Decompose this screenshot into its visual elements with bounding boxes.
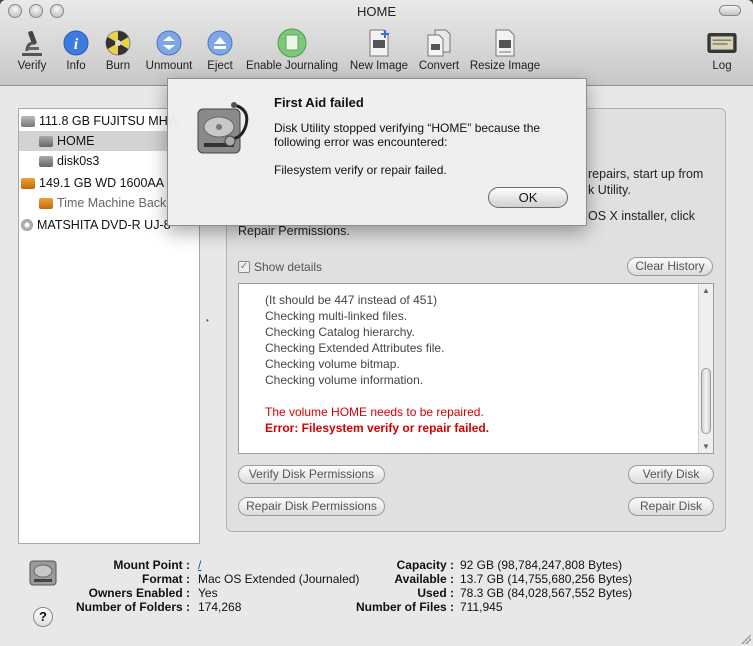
capacity-value: 92 GB (98,784,247,808 Bytes) (460, 558, 623, 572)
log-icon (707, 28, 737, 58)
scroll-down-icon[interactable]: ▼ (702, 442, 710, 451)
tool-label: Log (712, 60, 732, 72)
unmount-icon (154, 28, 184, 58)
info-tool-button[interactable]: i Info (58, 28, 94, 72)
sidebar-item-label: disk0s3 (57, 154, 100, 168)
verify-disk-permissions-button[interactable]: Verify Disk Permissions (238, 465, 385, 484)
alert-message: Disk Utility stopped verifying “HOME” be… (274, 121, 541, 149)
eject-tool-button[interactable]: Eject (202, 28, 238, 72)
resize-grip[interactable] (741, 634, 751, 644)
clear-history-button[interactable]: Clear History (627, 257, 713, 276)
volume-icon (39, 135, 53, 147)
capacity-label: Capacity : (396, 558, 454, 572)
info-icon: i (61, 28, 91, 58)
first-aid-failed-alert: First Aid failed Disk Utility stopped ve… (167, 78, 587, 226)
external-disk-icon (21, 177, 35, 189)
eject-icon (205, 28, 235, 58)
sidebar-item-label: Time Machine Back (57, 196, 167, 210)
verify-disk-button[interactable]: Verify Disk (628, 465, 714, 484)
log-line: (It should be 447 instead of 451) (265, 293, 438, 307)
repair-disk-button[interactable]: Repair Disk (628, 497, 714, 516)
resize-image-tool-button[interactable]: Resize Image (469, 28, 541, 72)
log-line: Checking Catalog hierarchy. (265, 325, 415, 339)
tool-label: Burn (105, 60, 131, 72)
alert-detail: Filesystem verify or repair failed. (274, 163, 447, 177)
log-line: Checking volume bitmap. (265, 357, 400, 371)
disk-utility-stethoscope-icon (190, 95, 254, 162)
available-value: 13.7 GB (14,755,680,256 Bytes) (460, 572, 633, 586)
svg-text:i: i (74, 36, 79, 53)
tool-label: Info (66, 60, 86, 72)
mount-point-link[interactable]: / (198, 558, 201, 572)
tool-label: Verify (17, 60, 47, 72)
log-line: Checking Extended Attributes file. (265, 341, 445, 355)
log-tool-button[interactable]: Log (704, 28, 740, 72)
owners-enabled-value: Yes (198, 586, 218, 600)
repair-disk-permissions-button[interactable]: Repair Disk Permissions (238, 497, 385, 516)
tool-label: Resize Image (469, 60, 541, 72)
convert-tool-button[interactable]: Convert (416, 28, 462, 72)
log-scrollbar[interactable]: ▲ ▼ (698, 284, 713, 453)
burn-icon (103, 28, 133, 58)
scroll-up-icon[interactable]: ▲ (702, 286, 710, 295)
used-value: 78.3 GB (84,028,567,552 Bytes) (460, 586, 633, 600)
instructions-text-1: repairs, start up from (588, 167, 704, 181)
new-image-tool-button[interactable]: New Image (347, 28, 411, 72)
log-error-line: Error: Filesystem verify or repair faile… (265, 421, 490, 435)
window-title: HOME (357, 4, 396, 19)
new-image-icon (364, 28, 394, 58)
folders-value: 174,268 (198, 600, 242, 614)
sidebar-item-label: MATSHITA DVD-R UJ-8 (37, 218, 171, 232)
used-label: Used : (417, 586, 454, 600)
folders-label: Number of Folders : (75, 600, 190, 614)
tool-label: Eject (207, 60, 233, 72)
ok-button[interactable]: OK (488, 187, 568, 208)
checkmark-icon: ✓ (238, 261, 250, 273)
sidebar-item-label: 111.8 GB FUJITSU MHW (39, 114, 180, 128)
details-log[interactable]: (It should be 447 instead of 451) Checki… (238, 283, 714, 454)
unmount-tool-button[interactable]: Unmount (142, 28, 196, 72)
log-line: Checking multi-linked files. (265, 309, 408, 323)
log-line: Checking volume information. (265, 373, 424, 387)
journal-icon (277, 28, 307, 58)
volume-icon (39, 155, 53, 167)
instructions-text-3: OS X installer, click (588, 209, 695, 223)
microscope-icon (17, 28, 47, 58)
verify-tool-button[interactable]: Verify (12, 28, 52, 72)
tool-label: Convert (418, 60, 460, 72)
show-details-label: Show details (254, 260, 323, 274)
format-label: Format : (142, 572, 190, 586)
convert-icon (424, 28, 454, 58)
resize-image-icon (490, 28, 520, 58)
sidebar-item-label: HOME (57, 134, 95, 148)
external-volume-icon (39, 197, 53, 209)
scroll-thumb[interactable] (701, 368, 711, 434)
instructions-text-2: k Utility. (588, 183, 631, 197)
enable-journaling-tool-button[interactable]: Enable Journaling (244, 28, 340, 72)
sidebar-item-label: 149.1 GB WD 1600AA (39, 176, 165, 190)
alert-title: First Aid failed (274, 95, 364, 110)
show-details-checkbox[interactable]: ✓ Show details (238, 260, 322, 274)
optical-drive-icon (21, 219, 33, 231)
tool-label: New Image (349, 60, 409, 72)
mount-point-label: Mount Point : (113, 558, 190, 572)
hard-disk-icon (21, 115, 35, 127)
log-error-line: The volume HOME needs to be repaired. (265, 405, 484, 419)
files-value: 711,945 (460, 600, 503, 614)
tool-label: Enable Journaling (245, 60, 339, 72)
volume-info: Mount Point : / Format : Mac OS Extended… (0, 558, 753, 618)
burn-tool-button[interactable]: Burn (100, 28, 136, 72)
files-label: Number of Files : (355, 600, 454, 614)
tool-label: Unmount (145, 60, 193, 72)
toolbar: HOME Verify i Info Burn Unmount Eject En… (0, 0, 753, 86)
owners-enabled-label: Owners Enabled : (88, 586, 190, 600)
available-label: Available : (394, 572, 454, 586)
splitter-handle[interactable]: • (206, 316, 209, 325)
toolbar-toggle-button[interactable] (719, 5, 741, 16)
